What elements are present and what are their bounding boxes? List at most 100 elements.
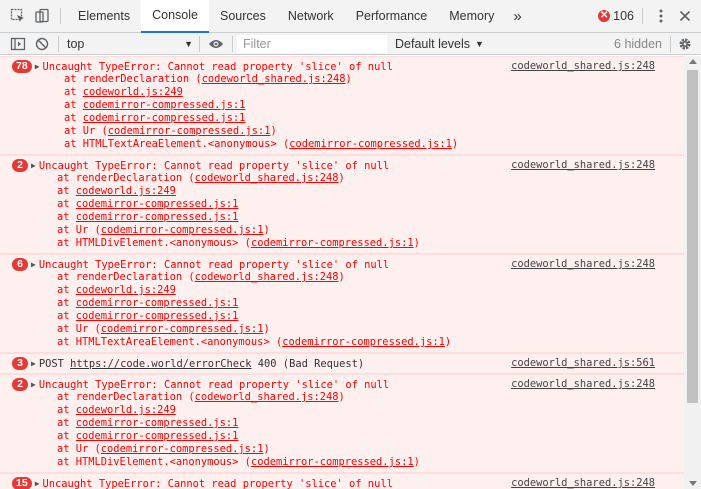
scroll-up-arrow-icon[interactable]: [689, 59, 697, 64]
stack-frame-link[interactable]: codeworld_shared.js:248: [202, 73, 346, 85]
stack-frame: at codeworld.js:249: [0, 86, 684, 99]
stack-frame-link[interactable]: codemirror-compressed.js:1: [76, 211, 239, 223]
dropdown-arrow-icon: ▼: [475, 38, 484, 49]
stack-frame-link[interactable]: codeworld.js:249: [83, 86, 183, 98]
stack-frame-prefix: at: [57, 185, 76, 197]
stack-frame-link[interactable]: codemirror-compressed.js:1: [251, 237, 414, 249]
source-location-link[interactable]: codeworld_shared.js:561: [511, 357, 655, 369]
stack-frame-link[interactable]: codemirror-compressed.js:1: [289, 138, 452, 150]
stack-frame-link[interactable]: codeworld_shared.js:248: [195, 391, 339, 403]
stack-frame-link[interactable]: codemirror-compressed.js:1: [83, 99, 246, 111]
stack-frame-prefix: at: [57, 417, 76, 429]
stack-frame: at codeworld.js:249: [0, 185, 684, 198]
more-tabs-button[interactable]: »: [505, 0, 529, 33]
stack-frame-link[interactable]: codemirror-compressed.js:1: [108, 125, 271, 137]
stack-frame: at Ur (codemirror-compressed.js:1): [0, 125, 684, 138]
stack-frame-prefix: at: [57, 198, 76, 210]
filter-input[interactable]: Filter: [237, 34, 387, 53]
stack-frame-link[interactable]: codemirror-compressed.js:1: [76, 198, 239, 210]
scroll-down-arrow-icon[interactable]: [689, 481, 697, 486]
eye-icon[interactable]: [204, 32, 228, 56]
stack-frame-suffix: ): [338, 391, 345, 403]
scrollbar[interactable]: [684, 56, 701, 489]
stack-frame-link[interactable]: codemirror-compressed.js:1: [76, 430, 239, 442]
stack-frame: at renderDeclaration (codeworld_shared.j…: [0, 391, 684, 404]
scrollbar-thumb[interactable]: [687, 70, 698, 403]
expand-triangle-icon[interactable]: ▶: [31, 380, 36, 389]
stack-frame-link[interactable]: codemirror-compressed.js:1: [76, 310, 239, 322]
console-message[interactable]: 15 ▶ Uncaught TypeError: Cannot read prope…: [0, 473, 684, 489]
expand-triangle-icon[interactable]: ▶: [31, 161, 36, 170]
tab-sources[interactable]: Sources: [209, 0, 277, 33]
source-location-link[interactable]: codeworld_shared.js:248: [511, 477, 655, 489]
stack-frame-prefix: at Ur (: [64, 125, 108, 137]
device-toolbar-icon[interactable]: [30, 4, 54, 28]
request-method: POST: [38, 357, 71, 370]
tab-memory[interactable]: Memory: [438, 0, 505, 33]
stack-frame-suffix: ): [413, 456, 420, 468]
stack-frame-link[interactable]: codeworld.js:249: [76, 284, 176, 296]
stack-frame-link[interactable]: codeworld.js:249: [76, 404, 176, 416]
stack-frame-link[interactable]: codemirror-compressed.js:1: [76, 297, 239, 309]
network-error-text: POST https://code.world/errorCheck 400 (…: [39, 358, 364, 370]
console-message[interactable]: 2 ▶ Uncaught TypeError: Cannot read proper…: [0, 155, 684, 254]
dropdown-arrow-icon: ▼: [184, 38, 193, 49]
source-location-link[interactable]: codeworld_shared.js:248: [511, 378, 655, 390]
stack-frame: at codemirror-compressed.js:1: [0, 198, 684, 211]
source-location-link[interactable]: codeworld_shared.js:248: [511, 258, 655, 270]
expand-triangle-icon[interactable]: ▶: [35, 62, 40, 71]
stack-frame: at Ur (codemirror-compressed.js:1): [0, 323, 684, 336]
stack-frame-link[interactable]: codeworld_shared.js:248: [195, 271, 339, 283]
stack-frame: at codemirror-compressed.js:1: [0, 112, 684, 125]
console-message[interactable]: 2 ▶ Uncaught TypeError: Cannot read proper…: [0, 374, 684, 473]
stack-frame: at HTMLDivElement.<anonymous> (codemirro…: [0, 456, 684, 469]
console-message[interactable]: 78 ▶ Uncaught TypeError: Cannot read prope…: [0, 56, 684, 155]
stack-frame-prefix: at renderDeclaration (: [57, 172, 195, 184]
stack-frame-link[interactable]: codemirror-compressed.js:1: [282, 336, 445, 348]
log-levels-select[interactable]: Default levels ▼: [387, 37, 484, 51]
close-icon[interactable]: [673, 4, 697, 28]
stack-frame-prefix: at: [57, 297, 76, 309]
stack-frame: at codemirror-compressed.js:1: [0, 211, 684, 224]
stack-frame-prefix: at: [64, 86, 83, 98]
tab-performance[interactable]: Performance: [345, 0, 439, 33]
clear-console-icon[interactable]: [30, 32, 54, 56]
expand-triangle-icon[interactable]: ▶: [31, 359, 36, 368]
context-value: top: [67, 36, 85, 51]
inspect-element-icon[interactable]: [6, 4, 30, 28]
expand-triangle-icon[interactable]: ▶: [31, 260, 36, 269]
stack-frame-prefix: at HTMLDivElement.<anonymous> (: [57, 237, 251, 249]
stack-frame-link[interactable]: codemirror-compressed.js:1: [101, 224, 264, 236]
stack-frame-link[interactable]: codemirror-compressed.js:1: [101, 323, 264, 335]
expand-triangle-icon[interactable]: ▶: [35, 479, 40, 488]
error-count: 106: [613, 9, 634, 23]
stack-frame-prefix: at: [57, 211, 76, 223]
settings-gear-icon[interactable]: [673, 32, 697, 56]
source-location-link[interactable]: codeworld_shared.js:248: [511, 60, 655, 72]
stack-frame-suffix: ): [338, 271, 345, 283]
stack-frame-prefix: at Ur (: [57, 224, 101, 236]
stack-frame-suffix: ): [270, 125, 277, 137]
kebab-menu-icon[interactable]: [649, 4, 673, 28]
stack-frame-link[interactable]: codemirror-compressed.js:1: [101, 443, 264, 455]
stack-frame-link[interactable]: codemirror-compressed.js:1: [251, 456, 414, 468]
sidebar-toggle-icon[interactable]: [6, 32, 30, 56]
tab-network[interactable]: Network: [277, 0, 345, 33]
stack-frame: at HTMLTextAreaElement.<anonymous> (code…: [0, 138, 684, 151]
tab-console[interactable]: Console: [141, 0, 209, 33]
error-icon: ✕: [598, 10, 611, 22]
error-message-text: Uncaught TypeError: Cannot read property…: [42, 477, 393, 489]
console-message[interactable]: 6 ▶ Uncaught TypeError: Cannot read proper…: [0, 254, 684, 353]
stack-frame-link[interactable]: codemirror-compressed.js:1: [76, 417, 239, 429]
stack-frame-prefix: at: [57, 404, 76, 416]
stack-frame-link[interactable]: codeworld.js:249: [76, 185, 176, 197]
error-counter[interactable]: ✕ 106: [598, 9, 640, 23]
stack-frame-link[interactable]: codemirror-compressed.js:1: [83, 112, 246, 124]
context-select[interactable]: top ▼: [59, 33, 199, 55]
request-url-link[interactable]: https://code.world/errorCheck: [70, 358, 251, 370]
tab-elements[interactable]: Elements: [67, 0, 141, 33]
stack-frame-prefix: at: [57, 430, 76, 442]
stack-frame-link[interactable]: codeworld_shared.js:248: [195, 172, 339, 184]
console-message[interactable]: 3 ▶ POST https://code.world/errorCheck 400…: [0, 353, 684, 374]
source-location-link[interactable]: codeworld_shared.js:248: [511, 159, 655, 171]
